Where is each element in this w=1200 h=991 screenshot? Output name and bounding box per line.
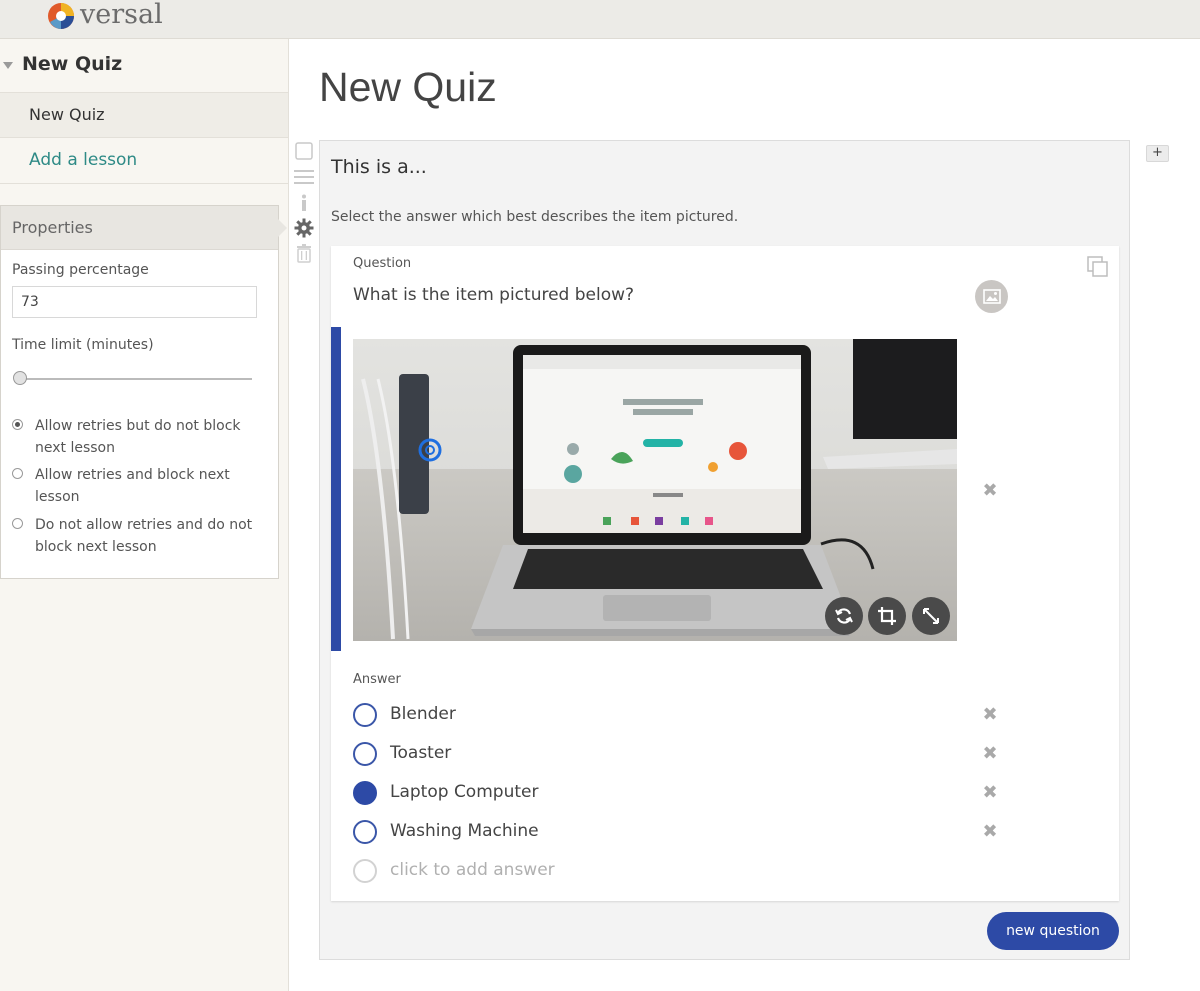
remove-answer-icon[interactable]: ✖ (982, 745, 998, 763)
fullscreen-icon[interactable] (912, 597, 950, 635)
lesson-label: New Quiz (29, 105, 105, 124)
passing-percentage-label: Passing percentage (12, 262, 149, 278)
crop-icon[interactable] (868, 597, 906, 635)
gadget-toolbar (293, 140, 315, 265)
logo-text: versal (80, 0, 163, 30)
divider (0, 183, 288, 184)
retry-option-3[interactable]: Do not allow retries and do not block ne… (12, 514, 270, 558)
time-limit-slider-track[interactable] (14, 378, 252, 380)
retry-option-label: Allow retries but do not block next less… (35, 418, 241, 456)
answer-text[interactable]: Washing Machine (390, 821, 539, 841)
page-title[interactable]: New Quiz (319, 64, 497, 111)
answer-radio[interactable] (353, 703, 377, 727)
retry-option-2[interactable]: Allow retries and block next lesson (12, 464, 270, 508)
answer-text[interactable]: Toaster (390, 743, 451, 763)
sidebar-item-lesson[interactable]: New Quiz (0, 92, 288, 138)
versal-logo-icon[interactable] (47, 2, 75, 30)
passing-percentage-input[interactable] (12, 286, 257, 318)
answer-radio-placeholder (353, 859, 377, 883)
time-limit-slider-thumb[interactable] (13, 371, 27, 385)
add-lesson-link[interactable]: Add a lesson (29, 150, 137, 170)
answer-radio-selected[interactable] (353, 781, 377, 805)
top-bar: versal (0, 0, 1200, 39)
retry-option-label: Do not allow retries and do not block ne… (35, 517, 253, 555)
answer-text[interactable]: Blender (390, 704, 456, 724)
add-note-button[interactable]: + (1146, 145, 1169, 162)
answer-radio[interactable] (353, 820, 377, 844)
remove-answer-icon[interactable]: ✖ (982, 706, 998, 724)
remove-image-icon[interactable]: ✖ (982, 482, 998, 500)
selected-block-indicator (331, 327, 341, 651)
trash-icon[interactable] (293, 242, 315, 264)
retry-option-label: Allow retries and block next lesson (35, 467, 230, 505)
info-icon[interactable] (293, 192, 315, 214)
properties-header: Properties (1, 206, 287, 250)
properties-panel: Properties Passing percentage Time limit… (0, 205, 287, 579)
question-text[interactable]: What is the item pictured below? (353, 285, 634, 305)
panel-pointer (278, 219, 287, 237)
answer-text[interactable]: Laptop Computer (390, 782, 538, 802)
retry-option-1[interactable]: Allow retries but do not block next less… (12, 415, 270, 459)
remove-answer-icon[interactable]: ✖ (982, 823, 998, 841)
radio-button[interactable] (12, 518, 23, 529)
new-question-button[interactable]: new question (987, 912, 1119, 950)
gear-icon[interactable] (293, 217, 315, 239)
answer-radio[interactable] (353, 742, 377, 766)
duplicate-icon[interactable] (1086, 255, 1110, 279)
radio-button[interactable] (12, 468, 23, 479)
checkbox-icon[interactable] (293, 140, 315, 162)
course-title[interactable]: New Quiz (22, 53, 122, 75)
question-label: Question (353, 256, 412, 271)
radio-button[interactable] (12, 419, 23, 430)
image-icon[interactable] (975, 280, 1008, 313)
remove-answer-icon[interactable]: ✖ (982, 784, 998, 802)
properties-title: Properties (12, 218, 93, 237)
quiz-title[interactable]: This is a... (331, 156, 427, 178)
collapse-caret-icon[interactable] (3, 62, 13, 69)
add-answer-placeholder[interactable]: click to add answer (390, 860, 555, 880)
drag-handle-icon[interactable] (293, 166, 315, 188)
replace-image-icon[interactable] (825, 597, 863, 635)
time-limit-label: Time limit (minutes) (12, 337, 154, 353)
question-image[interactable] (353, 339, 957, 641)
quiz-description[interactable]: Select the answer which best describes t… (331, 209, 738, 225)
answer-label: Answer (353, 672, 401, 687)
sidebar: New Quiz New Quiz Add a lesson Propertie… (0, 39, 289, 991)
